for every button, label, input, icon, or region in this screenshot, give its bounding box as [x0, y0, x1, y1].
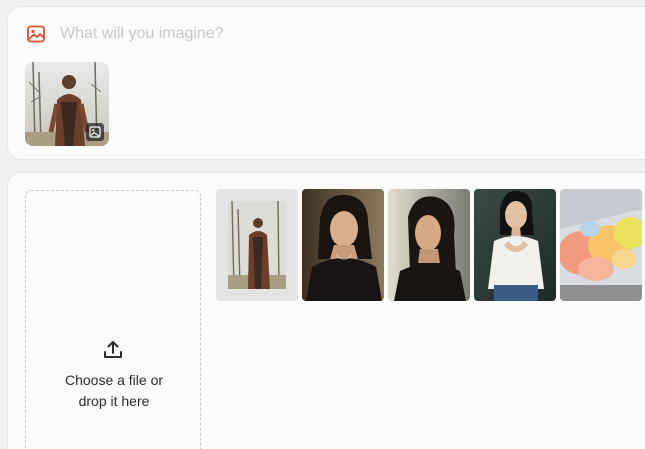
image-icon[interactable] [26, 24, 46, 44]
file-dropzone[interactable]: Choose a file or drop it here [25, 190, 201, 449]
prompt-card [7, 6, 645, 160]
dropzone-text: Choose a file or drop it here [26, 370, 202, 412]
gallery-thumb-portrait-black-dress[interactable] [302, 189, 384, 301]
image-reference-icon[interactable] [86, 123, 104, 141]
dropzone-line-1: Choose a file or [64, 372, 164, 388]
dropzone-line-2: drop it here [78, 393, 150, 409]
gallery-thumbnails [216, 189, 642, 301]
gallery-thumb-color-smoke[interactable] [560, 189, 642, 301]
page: Choose a file or drop it here [0, 0, 645, 449]
prompt-row [26, 23, 460, 45]
gallery-thumb-seated-white-top[interactable] [474, 189, 556, 301]
gallery-thumb-woman-forest[interactable] [216, 189, 298, 301]
gallery-thumb-portrait-side-light[interactable] [388, 189, 470, 301]
upload-icon [102, 339, 124, 361]
reference-image-thumbnail[interactable] [25, 62, 109, 146]
gallery-card: Choose a file or drop it here [7, 172, 645, 449]
prompt-input[interactable] [60, 23, 460, 45]
